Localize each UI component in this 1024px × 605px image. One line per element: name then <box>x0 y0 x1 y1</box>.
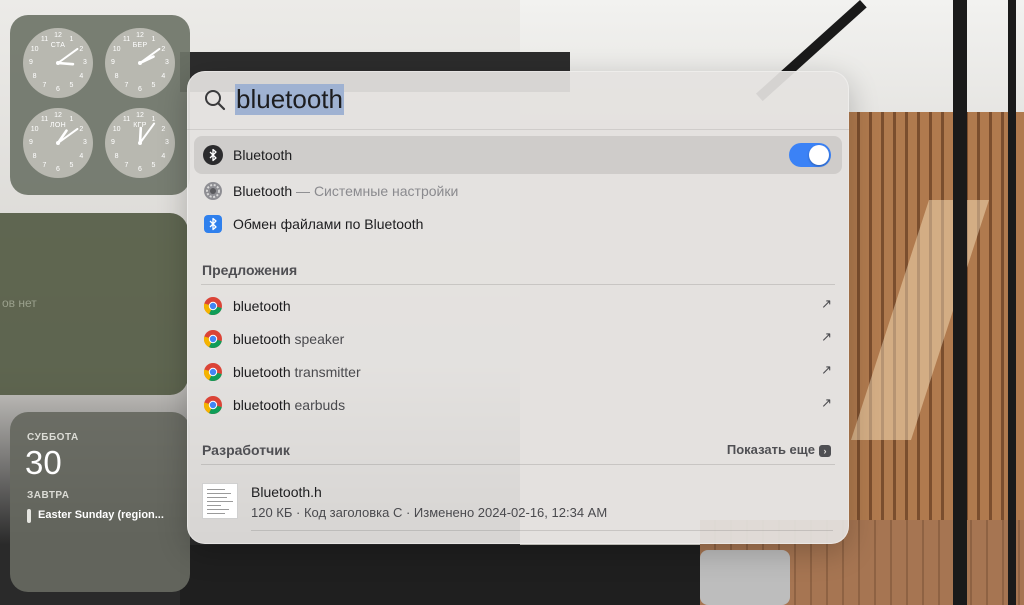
divider <box>201 284 835 285</box>
file-meta: 120 КБ · Код заголовка C · Изменено 2024… <box>251 505 608 520</box>
result-file-bluetooth-h[interactable]: Bluetooth.h 120 КБ · Код заголовка C · И… <box>187 474 849 534</box>
clock-hands <box>138 122 156 145</box>
clock-hands <box>138 47 161 65</box>
clock-face: 1 2 3 4 5 6 7 8 9 10 11 12 КГР <box>105 108 175 178</box>
calendar-event-color-bar <box>27 509 31 523</box>
clock-minute-hand <box>139 47 161 64</box>
chrome-icon <box>203 363 222 382</box>
suggestions-title: Предложения <box>202 262 298 278</box>
open-external-icon[interactable]: ↗ <box>821 329 832 345</box>
show-more-icon: › <box>819 445 831 457</box>
show-more-button[interactable]: Показать еще › <box>727 442 831 457</box>
bluetooth-toggle[interactable] <box>789 143 831 167</box>
search-icon <box>205 90 226 111</box>
chrome-icon <box>203 330 222 349</box>
result-bluetooth-file-exchange[interactable]: Обмен файлами по Bluetooth <box>194 205 842 243</box>
clock-hands <box>56 127 79 145</box>
calendar-event[interactable]: Easter Sunday (region... <box>38 509 164 521</box>
result-bluetooth-toggle[interactable]: Bluetooth <box>194 136 842 174</box>
clock-face: 1 2 3 4 5 6 7 8 9 10 11 12 БЕР <box>105 28 175 98</box>
open-external-icon[interactable]: ↗ <box>821 362 832 378</box>
calendar-widget[interactable]: СУББОТА 30 ЗАВТРА Easter Sunday (region.… <box>10 412 190 592</box>
divider <box>251 530 833 531</box>
divider <box>201 464 835 465</box>
suggestion-label: bluetooth speaker <box>233 331 345 347</box>
chrome-icon <box>203 297 222 316</box>
calendar-tomorrow-label: ЗАВТРА <box>27 490 70 501</box>
bluetooth-file-exchange-icon <box>204 215 222 233</box>
clock-minute-hand <box>57 47 79 64</box>
suggestion-item[interactable]: bluetooth earbuds ↗ <box>194 386 842 424</box>
clock-hour-hand <box>56 61 75 66</box>
result-label: Обмен файлами по Bluetooth <box>233 216 424 232</box>
calendar-weekday: СУББОТА <box>27 432 79 443</box>
toggle-knob <box>809 145 829 165</box>
clock-face: 1 2 3 4 5 6 7 8 9 10 11 12 ЛОН <box>23 108 93 178</box>
clock-minute-hand <box>139 122 156 144</box>
suggestion-label: bluetooth <box>233 298 291 314</box>
chrome-icon <box>203 396 222 415</box>
world-clock-widget[interactable]: 1 2 3 4 5 6 7 8 9 10 11 12 СТА 1 2 3 4 5 6 7 8 9 10 11 12 БЕР 12… <box>10 15 190 195</box>
spotlight-panel: bluetooth Bluetooth Bluetooth — Системны… <box>187 71 849 544</box>
clock-center <box>56 61 60 65</box>
system-settings-icon <box>204 182 222 200</box>
divider <box>187 129 849 130</box>
result-label: Bluetooth — Системные настройки <box>233 183 459 199</box>
suggestion-label: bluetooth earbuds <box>233 397 346 413</box>
bluetooth-dark-icon <box>203 145 223 165</box>
clock-hands <box>56 47 79 66</box>
open-external-icon[interactable]: ↗ <box>821 296 832 312</box>
clock-face: 1 2 3 4 5 6 7 8 9 10 11 12 СТА <box>23 28 93 98</box>
result-label: Bluetooth <box>233 147 293 163</box>
developer-title: Разработчик <box>202 442 290 458</box>
clock-center <box>138 141 142 145</box>
spotlight-search-input[interactable]: bluetooth <box>235 84 344 115</box>
open-external-icon[interactable]: ↗ <box>821 395 832 411</box>
clock-center <box>138 61 142 65</box>
reminders-widget[interactable]: ов нет <box>0 213 188 395</box>
spotlight-search-bar: bluetooth <box>187 71 849 129</box>
file-thumbnail-icon <box>202 483 238 519</box>
suggestion-label: bluetooth transmitter <box>233 364 361 380</box>
clock-center <box>56 141 60 145</box>
calendar-date: 30 <box>25 444 62 481</box>
file-name: Bluetooth.h <box>251 484 322 500</box>
reminders-empty-text: ов нет <box>2 296 37 310</box>
